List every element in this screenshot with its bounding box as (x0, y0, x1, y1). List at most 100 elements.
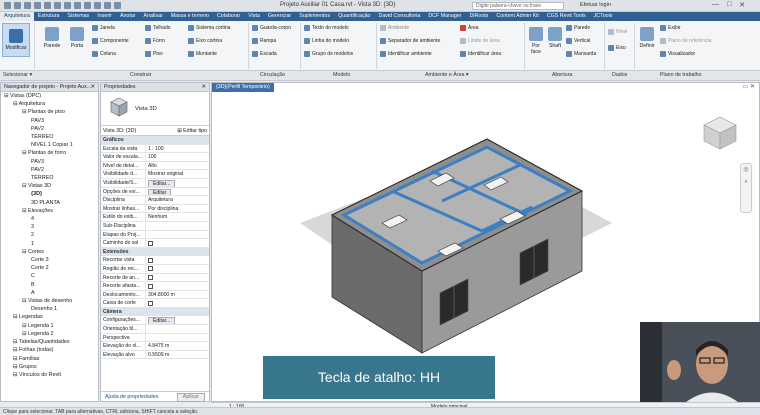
tree-item[interactable]: PAV3 (1, 117, 98, 125)
instance-selector[interactable]: Vista 3D: {3D} ⊞ Editar tipo (101, 126, 209, 136)
property-value[interactable]: Por disciplina (146, 205, 209, 213)
thin-lines-icon[interactable] (104, 2, 111, 9)
wall-opening-button[interactable]: Parede (566, 25, 590, 31)
property-value[interactable] (146, 334, 209, 342)
login-link[interactable]: Efetuar login (580, 2, 611, 8)
checkbox[interactable] (148, 283, 153, 289)
tree-item[interactable]: C (1, 272, 98, 280)
checkbox[interactable] (148, 257, 153, 263)
tree-item[interactable]: TÉRREO (1, 174, 98, 182)
mullion-button[interactable]: Montante (188, 51, 217, 57)
tree-item[interactable]: {3D} (1, 190, 98, 198)
tree-item[interactable]: ⊟ Vistas 3D (1, 182, 98, 190)
tree-item[interactable]: ⊟ Plantas de forro (1, 149, 98, 157)
show-workplane-button[interactable]: Exibir (660, 25, 681, 31)
3d-view-icon[interactable] (84, 2, 91, 9)
tree-item[interactable]: PAV2 (1, 166, 98, 174)
tab-11[interactable]: Quantificação (334, 12, 374, 21)
window-button[interactable]: Janela (92, 25, 115, 31)
property-section[interactable]: Extensões (101, 247, 209, 257)
window-controls[interactable]: — □ ✕ (712, 1, 745, 9)
tree-item[interactable]: Corte 3 (1, 256, 98, 264)
navigation-bar[interactable]: ◎ ⌕ (740, 163, 752, 213)
property-section[interactable]: Câmera (101, 307, 209, 317)
component-button[interactable]: Componente (92, 38, 129, 44)
undo-icon[interactable] (34, 2, 41, 9)
tree-item[interactable]: 3 (1, 223, 98, 231)
model-line-button[interactable]: Linha do modelo (304, 38, 349, 44)
tree-item[interactable]: ⊟ Grupos (1, 363, 98, 371)
viewport-window-controls[interactable]: ▭ ✕ (743, 83, 755, 90)
tree-item[interactable]: ⊟ Famílias (1, 355, 98, 363)
tree-item[interactable]: ⊟ Elevações (1, 207, 98, 215)
steering-wheel-icon[interactable]: ◎ (741, 164, 751, 176)
tree-item[interactable]: ⊟ Arquitetura (1, 100, 98, 108)
property-value[interactable]: 100 (146, 153, 209, 161)
grid-button[interactable]: Eixo (608, 45, 626, 51)
property-value[interactable]: 4.8475 m (146, 342, 209, 350)
property-value[interactable] (146, 222, 209, 230)
zoom-icon[interactable]: ⌕ (741, 176, 751, 188)
room-button[interactable]: Ambiente (380, 25, 409, 31)
by-face-button[interactable]: Por face (527, 27, 545, 55)
checkbox[interactable] (148, 240, 153, 246)
tree-item[interactable]: ⊟ Plantas de piso (1, 108, 98, 116)
modify-button[interactable]: Modificar (2, 23, 30, 57)
tab-17[interactable]: JCTools (590, 12, 617, 21)
search-input[interactable]: Digite palavra-chave ou frase (472, 2, 564, 10)
edit-button[interactable]: Editar (148, 188, 172, 196)
save-icon[interactable] (24, 2, 31, 9)
door-button[interactable]: Porta (66, 27, 88, 49)
tree-item[interactable]: A (1, 289, 98, 297)
tree-item[interactable]: PAV2 (1, 125, 98, 133)
tab-2[interactable]: Sistemas (63, 12, 93, 21)
column-button[interactable]: Coluna (92, 51, 116, 57)
wall-button[interactable]: Parede (40, 27, 64, 49)
close-button[interactable]: ✕ (739, 1, 745, 9)
room-separator-button[interactable]: Separador de ambiente (380, 38, 440, 44)
project-tree[interactable]: ⊟ Vistas (DPC) ⊟ Arquitetura ⊟ Plantas de … (1, 92, 98, 379)
tree-item[interactable]: 3D PLANTA (1, 199, 98, 207)
level-button[interactable]: Nível (608, 29, 627, 35)
set-workplane-button[interactable]: Definir (637, 27, 657, 49)
model-group-button[interactable]: Grupo de modelos (304, 51, 353, 57)
tree-item[interactable]: 4 (1, 215, 98, 223)
tab-0[interactable]: Arquitetura (0, 12, 34, 21)
tree-item[interactable]: ⊟ Legendas (1, 313, 98, 321)
property-value[interactable]: Mostrar original (146, 170, 209, 178)
tree-item[interactable]: Desenho 1 (1, 305, 98, 313)
property-value[interactable]: 1 : 100 (146, 145, 209, 153)
viewcube-icon[interactable] (698, 111, 742, 155)
property-section[interactable]: Gráficos (101, 136, 209, 145)
ref-plane-button[interactable]: Plano de referência (660, 38, 711, 44)
ceiling-button[interactable]: Forro (145, 38, 165, 44)
property-value[interactable] (146, 231, 209, 239)
tree-item[interactable]: TÉRREO (1, 133, 98, 141)
text-icon[interactable] (74, 2, 81, 9)
property-value[interactable]: Alto (146, 162, 209, 170)
minimize-button[interactable]: — (712, 1, 719, 9)
section-icon[interactable] (94, 2, 101, 9)
checkbox[interactable] (148, 275, 153, 280)
redo-icon[interactable] (44, 2, 51, 9)
close-icon[interactable]: ✕ (91, 83, 95, 92)
print-icon[interactable] (54, 2, 61, 9)
tree-item[interactable]: 2 (1, 231, 98, 239)
checkbox[interactable] (148, 266, 153, 272)
property-value[interactable] (146, 325, 209, 333)
curtain-system-button[interactable]: Sistema cortina (188, 25, 230, 31)
tree-item[interactable]: ⊟ Legenda 1 (1, 322, 98, 330)
edit-button[interactable]: Editar... (148, 179, 176, 187)
tab-14[interactable]: DiRoots (466, 12, 493, 21)
tab-8[interactable]: Vista (244, 12, 264, 21)
property-value[interactable]: Arquitetura (146, 196, 209, 204)
tree-item[interactable]: B (1, 281, 98, 289)
tab-4[interactable]: Anotar (116, 12, 140, 21)
tree-item[interactable]: ⊟ Folhas (todas) (1, 346, 98, 354)
checkbox[interactable] (148, 300, 153, 306)
vertical-opening-button[interactable]: Vertical (566, 38, 590, 44)
type-selector[interactable]: Vista 3D (101, 92, 209, 126)
tree-item[interactable]: ⊟ Legenda 2 (1, 330, 98, 338)
property-value[interactable]: 304.8000 m (146, 291, 209, 299)
apply-button[interactable]: Aplicar (176, 393, 205, 402)
